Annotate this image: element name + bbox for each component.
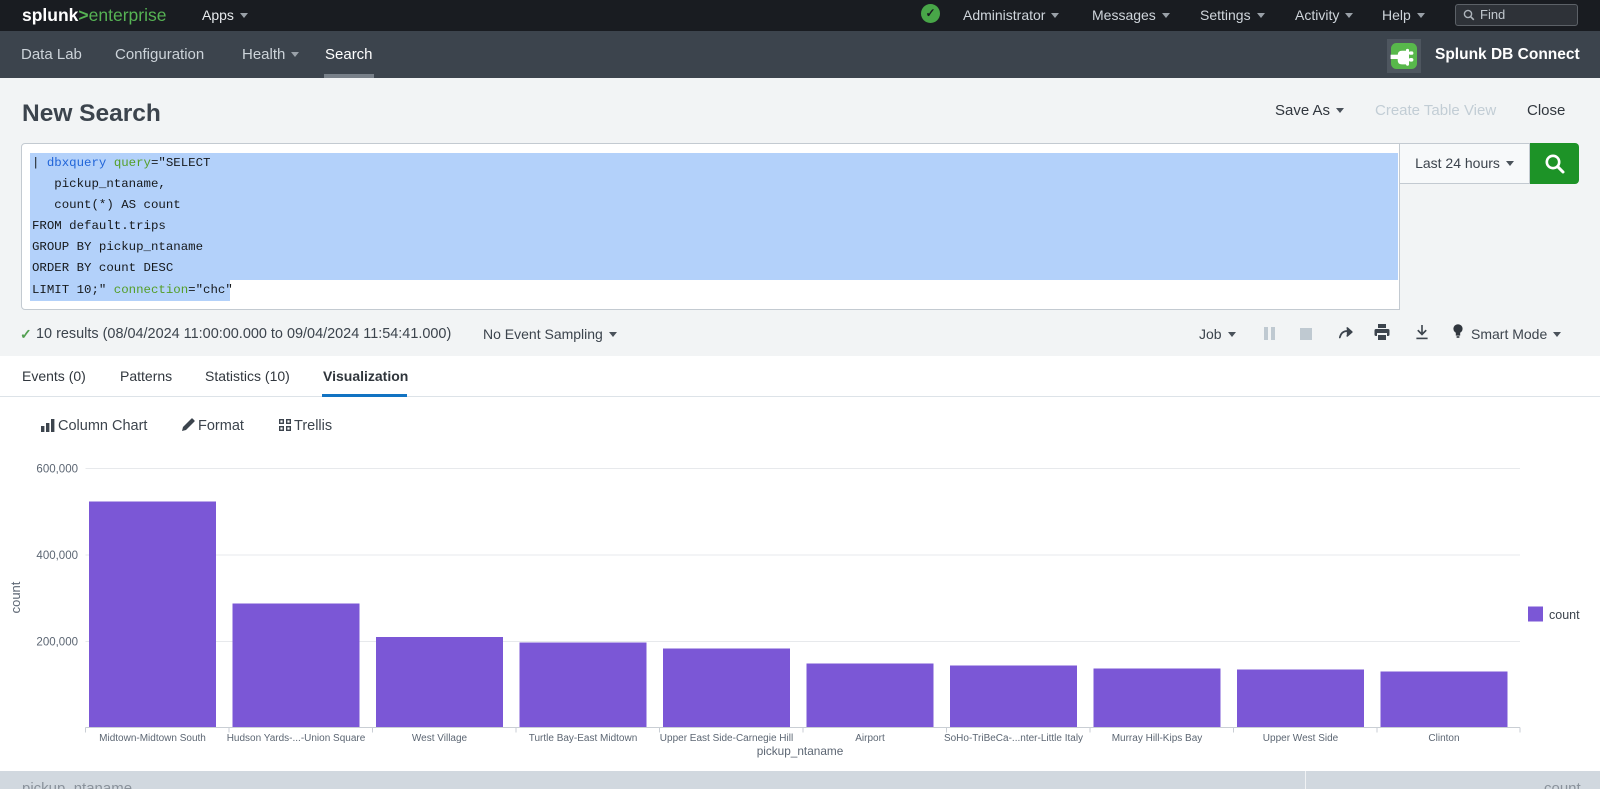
- svg-text:SoHo-TriBeCa-...nter-Little It: SoHo-TriBeCa-...nter-Little Italy: [944, 733, 1083, 744]
- svg-text:count: count: [8, 581, 23, 613]
- svg-text:Turtle Bay-East Midtown: Turtle Bay-East Midtown: [529, 733, 638, 744]
- svg-text:Upper West Side: Upper West Side: [1263, 733, 1339, 744]
- svg-text:West Village: West Village: [412, 733, 468, 744]
- svg-text:Clinton: Clinton: [1428, 733, 1459, 744]
- svg-text:Upper East Side-Carnegie Hill: Upper East Side-Carnegie Hill: [660, 733, 793, 744]
- svg-text:400,000: 400,000: [36, 550, 78, 562]
- svg-text:count: count: [1549, 608, 1580, 622]
- svg-text:Midtown-Midtown South: Midtown-Midtown South: [99, 733, 206, 744]
- svg-text:600,000: 600,000: [36, 464, 78, 476]
- svg-text:Hudson Yards-...-Union Square: Hudson Yards-...-Union Square: [227, 733, 366, 744]
- svg-text:Airport: Airport: [855, 733, 885, 744]
- svg-text:200,000: 200,000: [36, 637, 78, 649]
- svg-text:pickup_ntaname: pickup_ntaname: [757, 744, 844, 758]
- svg-text:Murray Hill-Kips Bay: Murray Hill-Kips Bay: [1112, 733, 1203, 744]
